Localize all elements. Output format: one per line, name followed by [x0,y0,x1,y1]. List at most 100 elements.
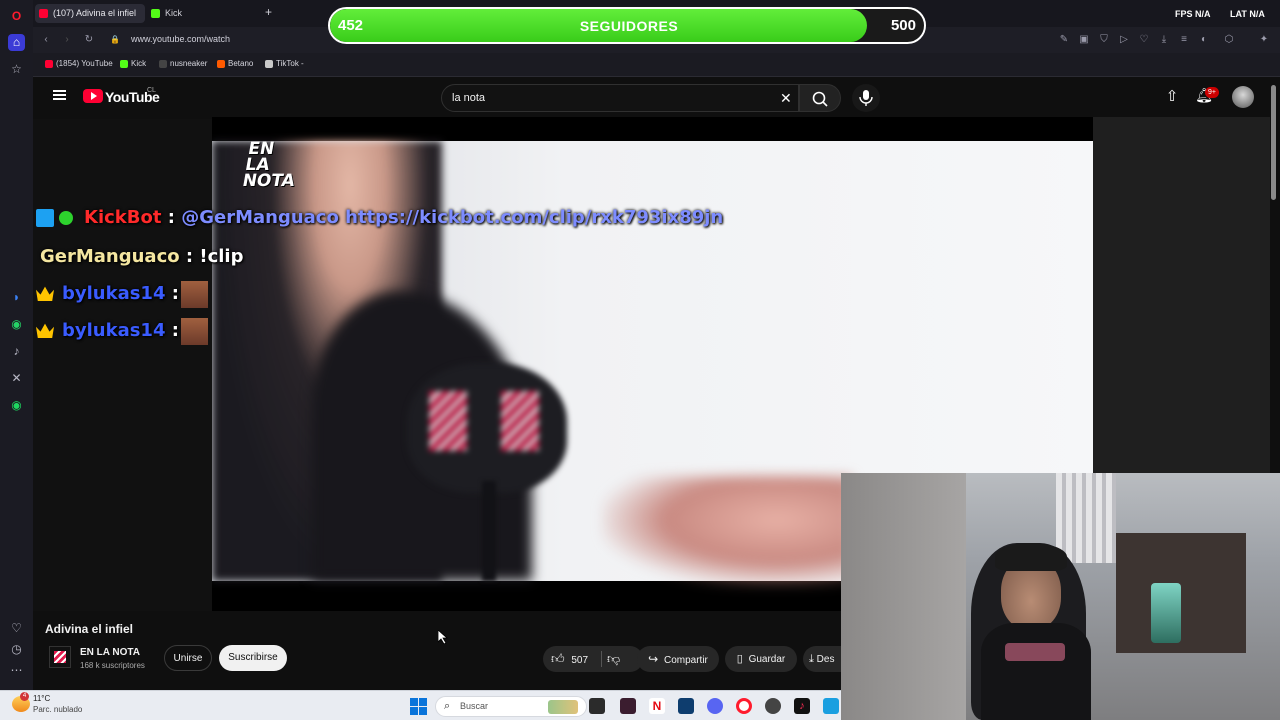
menu-lines-icon[interactable]: ≡ [1178,34,1190,46]
bookmark-label: Kick [131,59,147,68]
forward-icon[interactable]: › [61,34,73,46]
opera-icon[interactable] [736,698,752,714]
bookmark-kick[interactable]: Kick [120,59,146,68]
kick-favicon-icon [151,9,160,18]
left-margin [33,119,212,611]
opera-logo-icon[interactable]: O [8,8,25,25]
download-icon[interactable]: ⤓ [1158,34,1170,46]
document-icon [265,60,273,68]
chat-separator: : [185,246,200,267]
streamer-hoodie [981,623,1091,720]
profile-icon[interactable]: ◐ [1198,34,1210,46]
share-label: Compartir [663,655,708,666]
chat-message: bylukas14 : [62,320,179,341]
verified-icon [36,209,54,227]
dresser [1116,533,1246,653]
task-view-icon[interactable] [589,698,605,714]
subscribe-button[interactable]: Suscribirse [219,645,287,671]
play-icon[interactable]: ▷ [1118,34,1130,46]
spotify-icon[interactable]: ◉ [8,397,25,414]
chat-separator: : [167,207,175,228]
search-icon [812,91,828,107]
lat-label: LAT [1230,9,1247,19]
extensions-icon[interactable]: ⬡ [1223,34,1235,46]
bookmark-nusneaker[interactable]: nusneaker [159,59,207,68]
join-label: Unirse [173,653,203,664]
nusneaker-icon [159,60,167,68]
youtube-icon [45,60,53,68]
tab-kick[interactable]: Kick [147,4,257,23]
search-box[interactable]: la nota ✕ [441,84,799,112]
app-icon[interactable] [823,698,839,714]
disney-icon[interactable] [678,698,694,714]
mouse-cursor-icon [438,630,448,644]
messenger-icon[interactable]: ◗ [8,289,25,306]
streamer-cap [995,543,1067,571]
microphone-arm [1151,583,1181,643]
tiktok-icon[interactable]: ♪ [8,343,25,360]
netflix-icon[interactable]: N [649,698,665,714]
follower-goal-bar: 452 SEGUIDORES 500 [328,7,926,44]
tab-youtube[interactable]: (107) Adivina el infiel [35,4,145,23]
chat-text: @GerManguaco https://kickbot.com/clip/rx… [181,207,724,228]
voice-search-button[interactable] [852,84,880,112]
scrollbar[interactable] [1271,85,1276,200]
avatar[interactable] [1232,86,1254,108]
thumbs-up-icon: 👍︎ [551,651,565,666]
premiere-icon[interactable] [620,698,636,714]
windows-start-icon[interactable] [410,698,427,715]
url-field[interactable]: www.youtube.com/watch [131,34,230,44]
fps-readout: FPS N/A [1175,9,1211,19]
new-tab-button[interactable]: + [265,6,277,18]
fps-value: N/A [1195,9,1211,19]
emote-icon [181,281,208,308]
upload-icon[interactable]: ⇧ [1163,87,1181,105]
reload-icon[interactable]: ↻ [83,34,95,46]
kick-icon [120,60,128,68]
bookmark-youtube[interactable]: (1854) YouTube [45,59,113,68]
hamburger-menu-icon[interactable] [53,90,66,100]
home-icon[interactable]: ⌂ [8,34,25,51]
search-button[interactable] [799,84,841,112]
search-icon: ⌕ [444,700,451,712]
shield-icon[interactable]: ⛉ [1098,34,1110,46]
download-button[interactable]: ⤓ Des [803,646,841,672]
like-button[interactable]: 👍︎ 507 [547,646,588,672]
watermark-text: EN LA NOTA [240,139,297,191]
aria-icon[interactable]: ✦ [1258,34,1270,46]
clear-search-icon[interactable]: ✕ [780,90,792,107]
whatsapp-icon[interactable]: ◉ [8,316,25,333]
heart-outline-icon[interactable]: ♡ [1138,34,1150,46]
more-icon[interactable]: ⋯ [8,662,25,679]
search-input[interactable]: la nota [452,92,485,104]
channel-avatar[interactable] [49,646,71,668]
discord-icon[interactable] [707,698,723,714]
obs-icon[interactable] [765,698,781,714]
like-count: 507 [571,655,589,666]
bookmark-tiktok[interactable]: TikTok - [265,59,304,68]
camera-icon[interactable]: ▣ [1078,34,1090,46]
tiktok-taskbar-icon[interactable]: ♪ [794,698,810,714]
chat-text: !clip [199,246,244,267]
search-highlight-icon [548,700,578,714]
chat-separator: : [171,320,179,341]
bookmark-label: (1854) YouTube [56,59,113,68]
bookmark-betano[interactable]: Betano [217,59,253,68]
history-icon[interactable]: ◷ [8,641,25,658]
x-twitter-icon[interactable]: ✕ [8,370,25,387]
pinboard-icon[interactable]: ☆ [8,61,25,78]
youtube-logo-icon[interactable] [83,89,103,103]
bookmark-label: TikTok - [276,59,304,68]
save-button[interactable]: ▯ Guardar [725,646,797,672]
emote-icon [181,318,208,345]
subscriber-count: 168 k suscriptores [80,661,145,670]
channel-name[interactable]: EN LA NOTA [80,647,140,658]
share-button[interactable]: ↪ Compartir [637,646,719,672]
edit-icon[interactable]: ✎ [1058,34,1070,46]
thumbs-down-icon[interactable]: 👎︎ [607,646,620,672]
join-button[interactable]: Unirse [164,645,212,671]
video-info: Adivina el infiel EN LA NOTA 168 k suscr… [33,611,841,690]
heart-icon[interactable]: ♡ [8,620,25,637]
back-icon[interactable]: ‹ [40,34,52,46]
taskbar-search[interactable]: ⌕ Buscar [435,696,587,717]
